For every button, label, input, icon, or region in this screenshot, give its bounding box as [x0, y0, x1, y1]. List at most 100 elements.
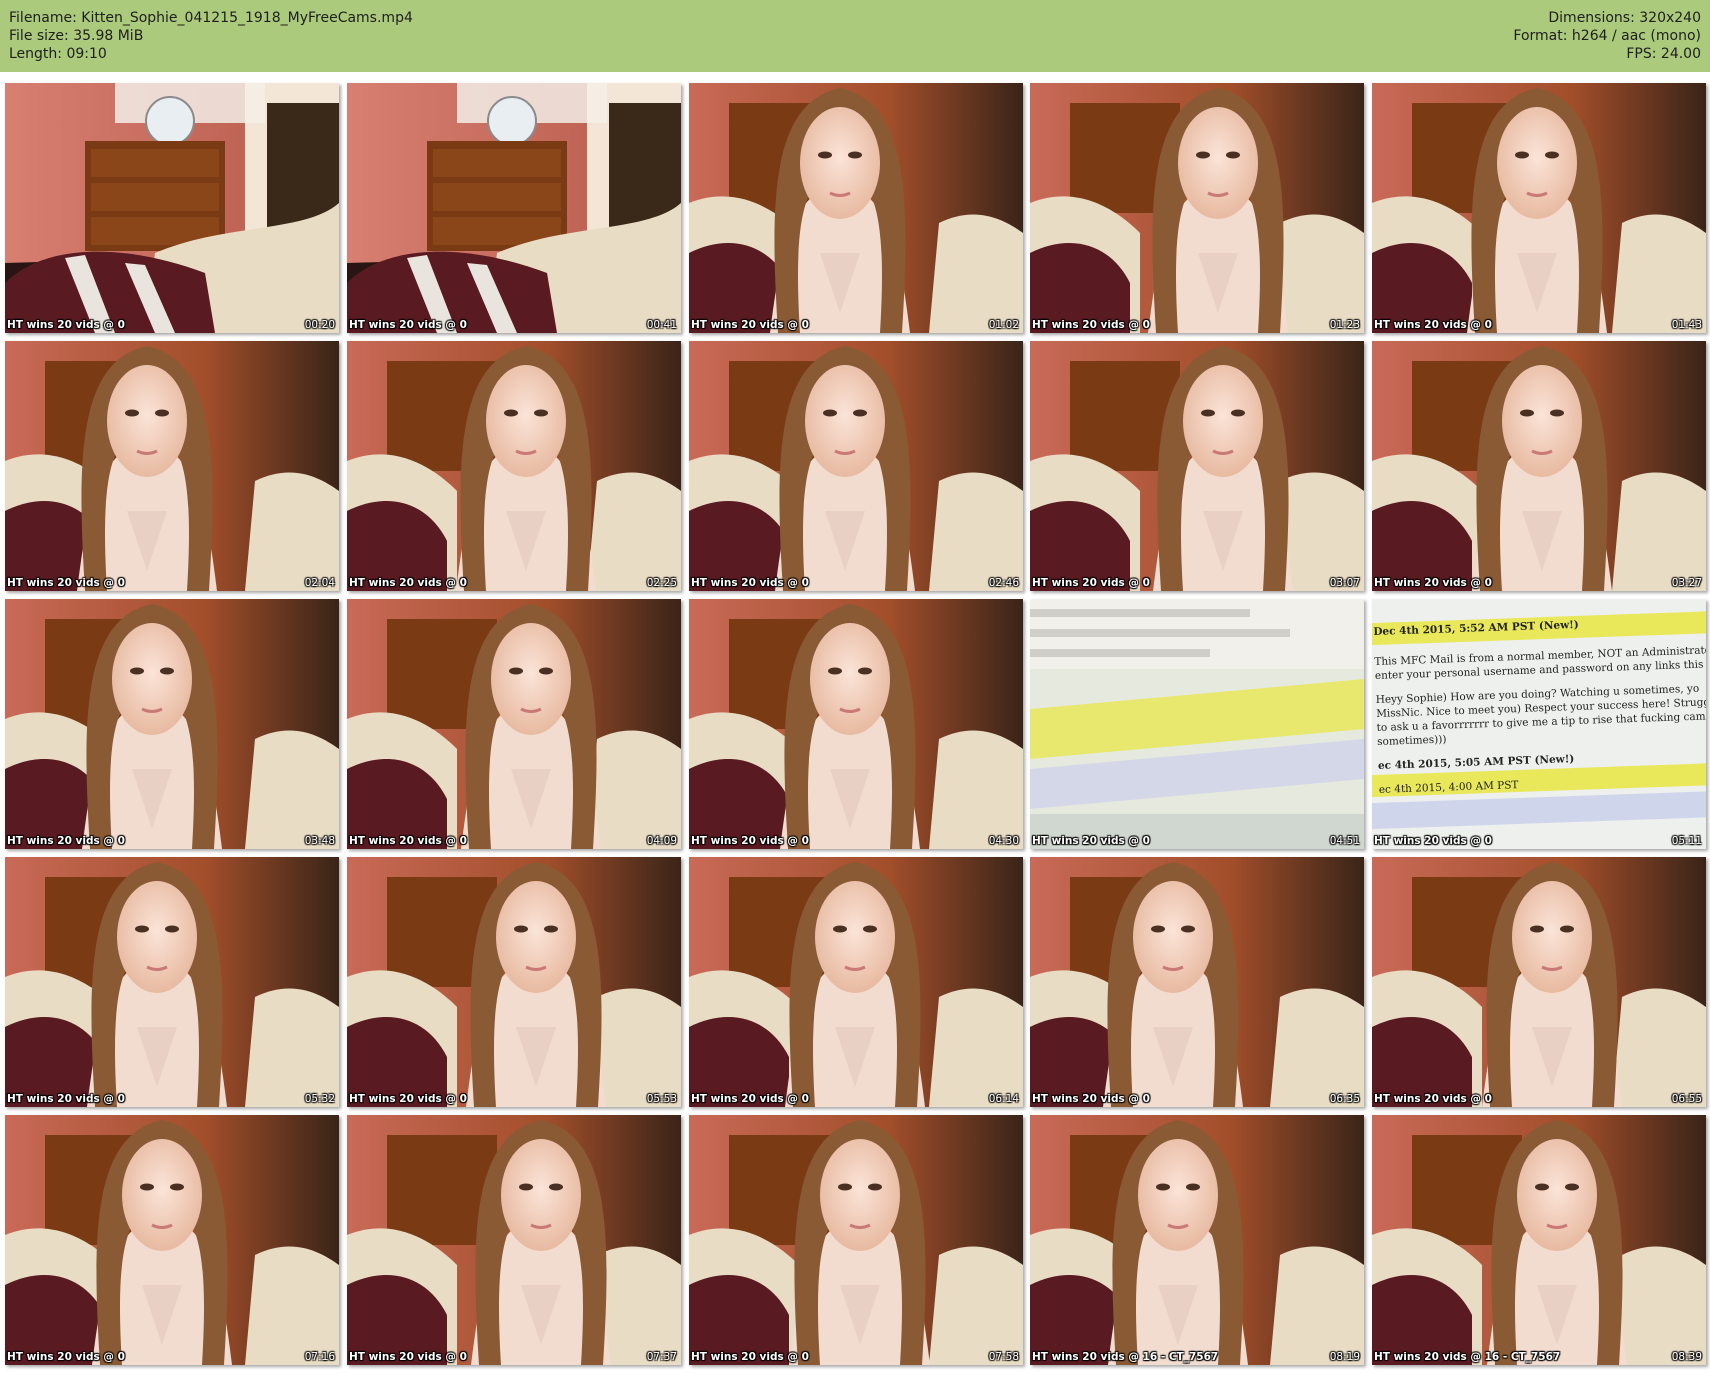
- thumbnail-timestamp: 06:55: [1671, 1093, 1702, 1105]
- thumbnail-caption: HT wins 20 vids @ 0: [691, 577, 809, 589]
- video-thumbnail: HT wins 20 vids @ 0 02:04: [5, 341, 339, 591]
- thumbnail-caption: HT wins 20 vids @ 0: [1374, 577, 1492, 589]
- video-thumbnail: HT wins 20 vids @ 0 06:14: [689, 857, 1023, 1107]
- thumbnail-caption: HT wins 20 vids @ 0: [1032, 577, 1150, 589]
- thumbnail-timestamp: 05:53: [646, 1093, 677, 1105]
- video-thumbnail: HT wins 20 vids @ 0 07:16: [5, 1115, 339, 1365]
- thumbnail-timestamp: 01:23: [1329, 319, 1360, 331]
- thumbnail-timestamp: 06:14: [988, 1093, 1019, 1105]
- person-scene-image: [1372, 857, 1706, 1107]
- thumbnail-timestamp: 07:58: [988, 1351, 1019, 1363]
- video-thumbnail: HT wins 20 vids @ 0 01:43: [1372, 83, 1706, 333]
- video-thumbnail: HT wins 20 vids @ 0 05:32: [5, 857, 339, 1107]
- video-thumbnail: HT wins 20 vids @ 0 06:55: [1372, 857, 1706, 1107]
- video-thumbnail: HT wins 20 vids @ 0 07:58: [689, 1115, 1023, 1365]
- thumbnail-timestamp: 08:39: [1671, 1351, 1702, 1363]
- thumbnail-caption: HT wins 20 vids @ 0: [1374, 319, 1492, 331]
- thumbnail-timestamp: 08:19: [1329, 1351, 1360, 1363]
- person-scene-image: [1030, 83, 1364, 333]
- video-thumbnail: HT wins 20 vids @ 0 06:35: [1030, 857, 1364, 1107]
- person-scene-image: [5, 599, 339, 849]
- thumbnail-caption: HT wins 20 vids @ 0: [1032, 319, 1150, 331]
- thumbnail-timestamp: 07:37: [646, 1351, 677, 1363]
- person-scene-image: [5, 857, 339, 1107]
- thumbnail-timestamp: 03:48: [304, 835, 335, 847]
- mail-screen-image: Dec 4th 2015, 5:52 AM PST (New!) This MF…: [1372, 599, 1706, 849]
- thumbnail-timestamp: 00:20: [304, 319, 335, 331]
- person-scene-image: [689, 1115, 1023, 1365]
- person-scene-image: [347, 341, 681, 591]
- thumbnail-caption: HT wins 20 vids @ 0: [7, 319, 125, 331]
- thumbnail-caption: HT wins 20 vids @ 0: [691, 319, 809, 331]
- thumbnail-caption: HT wins 20 vids @ 0: [1374, 835, 1492, 847]
- video-thumbnail: HT wins 20 vids @ 0 01:02: [689, 83, 1023, 333]
- person-scene-image: [689, 341, 1023, 591]
- person-scene-image: [1372, 341, 1706, 591]
- person-scene-image: [689, 857, 1023, 1107]
- thumbnail-caption: HT wins 20 vids @ 0: [349, 835, 467, 847]
- thumbnail-timestamp: 05:11: [1671, 835, 1702, 847]
- thumbnail-timestamp: 00:41: [646, 319, 677, 331]
- thumbnail-caption: HT wins 20 vids @ 0: [7, 577, 125, 589]
- thumbnail-caption: HT wins 20 vids @ 0: [691, 1093, 809, 1105]
- thumbnail-caption: HT wins 20 vids @ 0: [7, 1351, 125, 1363]
- thumbnail-caption: HT wins 20 vids @ 0: [7, 1093, 125, 1105]
- person-scene-image: [1030, 857, 1364, 1107]
- person-scene-image: [5, 1115, 339, 1365]
- video-thumbnail: HT wins 20 vids @ 0 02:25: [347, 341, 681, 591]
- thumbnail-caption: HT wins 20 vids @ 16 - CT_7567: [1032, 1351, 1219, 1363]
- thumbnail-caption: HT wins 20 vids @ 0: [691, 1351, 809, 1363]
- thumbnail-caption: HT wins 20 vids @ 0: [1374, 1093, 1492, 1105]
- video-thumbnail: HT wins 20 vids @ 0 01:23: [1030, 83, 1364, 333]
- thumbnail-timestamp: 04:09: [646, 835, 677, 847]
- person-scene-image: [1372, 83, 1706, 333]
- thumbnail-timestamp: 05:32: [304, 1093, 335, 1105]
- person-scene-image: [347, 857, 681, 1107]
- thumbnail-caption: HT wins 20 vids @ 0: [349, 1351, 467, 1363]
- video-thumbnail: HT wins 20 vids @ 0 03:48: [5, 599, 339, 849]
- thumbnail-timestamp: 02:04: [304, 577, 335, 589]
- thumbnail-timestamp: 01:02: [988, 319, 1019, 331]
- video-thumbnail: Dec 4th 2015, 5:52 AM PST (New!) This MF…: [1372, 599, 1706, 849]
- person-scene-image: [1030, 341, 1364, 591]
- video-thumbnail: HT wins 20 vids @ 0 04:09: [347, 599, 681, 849]
- room-scene-image: [5, 83, 339, 333]
- video-thumbnail: HT wins 20 vids @ 0 07:37: [347, 1115, 681, 1365]
- thumbnail-timestamp: 04:51: [1329, 835, 1360, 847]
- thumbnail-caption: HT wins 20 vids @ 0: [349, 1093, 467, 1105]
- thumbnail-caption: HT wins 20 vids @ 0: [1032, 1093, 1150, 1105]
- person-scene-image: [1372, 1115, 1706, 1365]
- video-thumbnail: HT wins 20 vids @ 16 - CT_7567 08:39: [1372, 1115, 1706, 1365]
- video-thumbnail: HT wins 20 vids @ 16 - CT_7567 08:19: [1030, 1115, 1364, 1365]
- video-thumbnail: HT wins 20 vids @ 0 05:53: [347, 857, 681, 1107]
- person-scene-image: [5, 341, 339, 591]
- video-thumbnail: HT wins 20 vids @ 0 03:27: [1372, 341, 1706, 591]
- thumbnail-caption: HT wins 20 vids @ 0: [7, 835, 125, 847]
- blurred-screen-image: [1030, 599, 1364, 849]
- thumbnail-timestamp: 02:46: [988, 577, 1019, 589]
- thumbnail-timestamp: 02:25: [646, 577, 677, 589]
- video-thumbnail: HT wins 20 vids @ 0 04:51: [1030, 599, 1364, 849]
- thumbnail-caption: HT wins 20 vids @ 0: [349, 577, 467, 589]
- person-scene-image: [689, 83, 1023, 333]
- person-scene-image: [347, 599, 681, 849]
- thumbnail-timestamp: 03:27: [1671, 577, 1702, 589]
- video-thumbnail: HT wins 20 vids @ 0 02:46: [689, 341, 1023, 591]
- room-scene-image: [347, 83, 681, 333]
- thumbnail-timestamp: 07:16: [304, 1351, 335, 1363]
- person-scene-image: [347, 1115, 681, 1365]
- thumbnail-timestamp: 06:35: [1329, 1093, 1360, 1105]
- video-thumbnail: HT wins 20 vids @ 0 03:07: [1030, 341, 1364, 591]
- thumbnail-caption: HT wins 20 vids @ 0: [691, 835, 809, 847]
- person-scene-image: [689, 599, 1023, 849]
- thumbnail-grid: HT wins 20 vids @ 0 00:20 HT wins 20 vids…: [0, 0, 1710, 1373]
- thumbnail-timestamp: 04:30: [988, 835, 1019, 847]
- video-thumbnail: HT wins 20 vids @ 0 04:30: [689, 599, 1023, 849]
- video-thumbnail: HT wins 20 vids @ 0 00:20: [5, 83, 339, 333]
- thumbnail-caption: HT wins 20 vids @ 0: [1032, 835, 1150, 847]
- thumbnail-timestamp: 01:43: [1671, 319, 1702, 331]
- thumbnail-timestamp: 03:07: [1329, 577, 1360, 589]
- thumbnail-caption: HT wins 20 vids @ 0: [349, 319, 467, 331]
- thumbnail-caption: HT wins 20 vids @ 16 - CT_7567: [1374, 1351, 1561, 1363]
- video-thumbnail: HT wins 20 vids @ 0 00:41: [347, 83, 681, 333]
